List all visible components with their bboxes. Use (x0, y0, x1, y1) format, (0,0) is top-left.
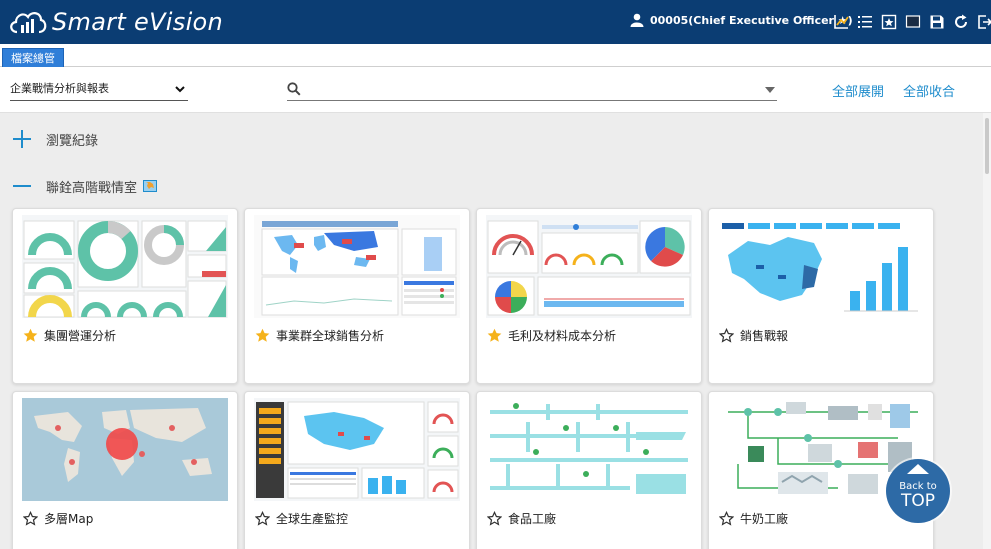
star-outline-icon[interactable] (719, 511, 734, 526)
section-war-room[interactable]: 聯銓高階戰情室 (12, 176, 158, 196)
chart-icon[interactable] (832, 13, 850, 31)
vertical-scrollbar[interactable] (983, 113, 991, 549)
user-icon (630, 13, 644, 27)
dashboard-card[interactable]: 食品工廠 (476, 391, 702, 549)
dashboard-thumbnail (486, 215, 692, 318)
expand-all-link[interactable]: 全部展開 (832, 81, 884, 100)
user-name: 00005(Chief Executive Officer ★) (650, 13, 853, 27)
card-label: 銷售戰報 (719, 327, 788, 344)
bookmark-icon[interactable] (880, 13, 898, 31)
star-outline-icon[interactable] (719, 328, 734, 343)
arrow-up-icon (907, 464, 929, 474)
search-input[interactable] (287, 79, 777, 101)
dashboard-card[interactable]: 多層Map (12, 391, 238, 549)
card-title: 牛奶工廠 (740, 512, 789, 526)
card-title: 集團營運分析 (44, 329, 117, 343)
card-title: 銷售戰報 (740, 329, 789, 343)
dashboard-card[interactable]: 集團營運分析 (12, 208, 238, 384)
star-filled-icon[interactable] (23, 328, 38, 343)
star-filled-icon[interactable] (255, 328, 270, 343)
star-outline-icon[interactable] (487, 511, 502, 526)
dashboard-thumbnail (22, 215, 228, 318)
logout-icon[interactable] (976, 13, 991, 31)
scrollbar-thumb[interactable] (985, 118, 989, 174)
cloud-chart-icon (10, 12, 47, 34)
chevron-down-icon (175, 86, 185, 93)
card-title: 食品工廠 (508, 512, 557, 526)
dashboard-thumbnail (486, 398, 692, 501)
app-logo[interactable]: Smart eVision (8, 5, 223, 39)
dropdown-caret-icon[interactable] (765, 87, 775, 93)
app-title: Smart eVision (52, 8, 224, 36)
card-label: 牛奶工廠 (719, 510, 788, 527)
save-icon[interactable] (928, 13, 946, 31)
back-to-top-button[interactable]: Back to TOP (886, 459, 950, 523)
dashboard-card[interactable]: 銷售戰報 (708, 208, 934, 384)
header-toolbar (832, 13, 991, 31)
dashboard-card[interactable]: 毛利及材料成本分析 (476, 208, 702, 384)
section-label: 瀏覽紀錄 (46, 133, 99, 149)
collapse-all-link[interactable]: 全部收合 (903, 81, 955, 100)
screen-icon[interactable] (904, 13, 922, 31)
card-label: 毛利及材料成本分析 (487, 327, 616, 344)
category-select-value: 企業戰情分析與報表 (10, 82, 109, 95)
main-content: 瀏覽紀錄 聯銓高階戰情室 集團營運分析 事業群全球銷售分析 毛利及材料成本分析 … (0, 113, 983, 549)
map-icon (143, 180, 158, 192)
card-label: 多層Map (23, 510, 93, 527)
card-title: 多層Map (44, 512, 94, 526)
tab-file-management[interactable]: 檔案總管 (2, 48, 64, 67)
star-outline-icon[interactable] (255, 511, 270, 526)
filter-toolbar: 企業戰情分析與報表 全部展開 全部收合 (0, 67, 991, 113)
refresh-icon[interactable] (952, 13, 970, 31)
card-label: 食品工廠 (487, 510, 556, 527)
card-title: 全球生產監控 (276, 512, 349, 526)
dashboard-card[interactable]: 全球生產監控 (244, 391, 470, 549)
card-title: 毛利及材料成本分析 (508, 329, 617, 343)
dashboard-card[interactable]: 事業群全球銷售分析 (244, 208, 470, 384)
app-header: Smart eVision 00005(Chief Executive Offi… (0, 0, 991, 44)
plus-icon (12, 129, 32, 149)
dashboard-thumbnail (718, 215, 924, 318)
user-info[interactable]: 00005(Chief Executive Officer ★) (630, 13, 853, 27)
card-label: 集團營運分析 (23, 327, 116, 344)
dashboard-thumbnail (254, 398, 460, 501)
list-icon[interactable] (856, 13, 874, 31)
star-filled-icon[interactable] (487, 328, 502, 343)
section-label: 聯銓高階戰情室 (46, 180, 138, 196)
card-title: 事業群全球銷售分析 (276, 329, 385, 343)
minus-icon (12, 176, 32, 196)
back-to-top-line2: TOP (900, 491, 936, 511)
tab-strip: 檔案總管 (0, 44, 991, 67)
card-label: 事業群全球銷售分析 (255, 327, 384, 344)
search-icon (287, 82, 301, 96)
dashboard-thumbnail (254, 215, 460, 318)
section-browse-history[interactable]: 瀏覽紀錄 (12, 129, 98, 149)
dashboard-thumbnail (22, 398, 228, 501)
category-select[interactable]: 企業戰情分析與報表 (10, 79, 188, 101)
star-outline-icon[interactable] (23, 511, 38, 526)
card-label: 全球生產監控 (255, 510, 348, 527)
